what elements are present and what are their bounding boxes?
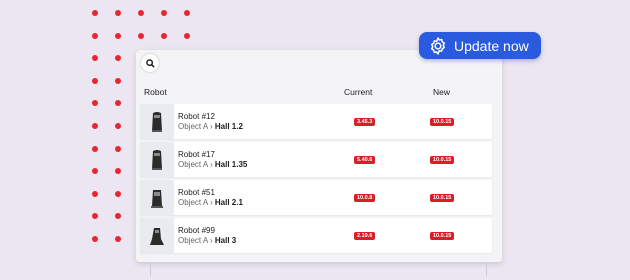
robot-thumbnail bbox=[140, 142, 174, 177]
decorative-dot bbox=[92, 236, 98, 242]
decorative-dot bbox=[92, 55, 98, 62]
decorative-dot bbox=[92, 10, 98, 16]
column-header-new: New bbox=[433, 87, 451, 97]
robot-thumbnail bbox=[140, 180, 174, 215]
robot-location: Object A › Hall 1.2 bbox=[178, 122, 243, 131]
robot-location: Object A › Hall 2.1 bbox=[178, 198, 243, 207]
robot-icon bbox=[152, 111, 162, 132]
table-row[interactable]: Robot #51 Object A › Hall 2.1 10.0.8 10.… bbox=[140, 180, 492, 215]
decorative-dot bbox=[92, 32, 98, 39]
column-header-current: Current bbox=[344, 87, 373, 97]
update-now-label: Update now bbox=[454, 37, 529, 54]
robot-name: Robot #99 bbox=[178, 226, 215, 235]
robot-icon bbox=[150, 227, 164, 245]
panel-stand-left bbox=[150, 262, 151, 276]
decorative-dot bbox=[138, 32, 144, 39]
decorative-dot bbox=[92, 168, 98, 175]
new-version-badge: 10.0.15 bbox=[430, 194, 455, 202]
table-row[interactable]: Robot #12 Object A › Hall 1.2 3.45.3 10.… bbox=[140, 104, 492, 139]
robot-location: Object A › Hall 3 bbox=[178, 236, 237, 245]
current-version-badge: 10.0.8 bbox=[354, 194, 376, 202]
robot-thumbnail bbox=[140, 104, 174, 139]
robot-name: Robot #17 bbox=[178, 150, 215, 159]
decorative-dot bbox=[92, 100, 98, 107]
update-now-button[interactable]: Update now bbox=[419, 32, 541, 59]
decorative-dot bbox=[115, 123, 121, 129]
decorative-dot bbox=[161, 32, 167, 39]
decorative-dot bbox=[115, 10, 121, 16]
decorative-dot bbox=[92, 190, 98, 197]
current-version-badge: 3.45.3 bbox=[354, 118, 376, 126]
decorative-dot bbox=[115, 213, 121, 220]
decorative-dot bbox=[184, 10, 190, 16]
table-row[interactable]: Robot #17 Object A › Hall 1.35 5.40.6 10… bbox=[140, 142, 492, 177]
new-version-badge: 10.0.15 bbox=[430, 118, 455, 126]
robot-name: Robot #12 bbox=[178, 112, 215, 121]
decorative-dot bbox=[92, 145, 98, 152]
current-version-badge: 2.19.6 bbox=[354, 232, 376, 240]
robot-icon bbox=[152, 149, 162, 170]
decorative-dot bbox=[115, 236, 121, 242]
panel-stand-right bbox=[486, 262, 487, 276]
robot-thumbnail bbox=[140, 218, 174, 253]
robot-table-panel: Robot Current New Robot #12 Object A › H… bbox=[136, 50, 502, 262]
decorative-dot bbox=[115, 55, 121, 62]
search-button[interactable] bbox=[141, 54, 159, 72]
robot-location: Object A › Hall 1.35 bbox=[178, 160, 248, 169]
decorative-dot bbox=[92, 213, 98, 220]
decorative-dot bbox=[115, 168, 121, 175]
gear-icon bbox=[428, 35, 450, 57]
search-icon bbox=[145, 58, 155, 68]
robot-name: Robot #51 bbox=[178, 188, 215, 197]
decorative-dot bbox=[115, 190, 121, 197]
decorative-dot bbox=[92, 123, 98, 129]
decorative-dot bbox=[115, 32, 121, 39]
new-version-badge: 10.0.15 bbox=[430, 232, 455, 240]
table-row[interactable]: Robot #99 Object A › Hall 3 2.19.6 10.0.… bbox=[140, 218, 492, 253]
decorative-dot bbox=[115, 77, 121, 84]
decorative-dot bbox=[115, 145, 121, 152]
column-header-robot: Robot bbox=[144, 87, 167, 97]
decorative-dot bbox=[138, 10, 144, 16]
decorative-dot bbox=[115, 100, 121, 107]
decorative-dot bbox=[161, 10, 167, 16]
current-version-badge: 5.40.6 bbox=[354, 156, 376, 164]
new-version-badge: 10.0.15 bbox=[430, 156, 455, 164]
decorative-dot bbox=[92, 77, 98, 84]
robot-icon bbox=[151, 189, 163, 208]
decorative-dot bbox=[184, 32, 190, 39]
